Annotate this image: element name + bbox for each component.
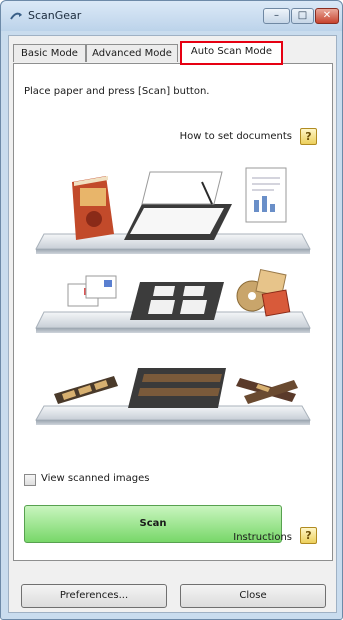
- magazine-icon: [72, 176, 114, 240]
- checkbox-icon[interactable]: [24, 474, 36, 486]
- supported-documents-illustration: [35, 167, 311, 425]
- document-shelf-1: [35, 167, 311, 254]
- window-title: ScanGear: [28, 9, 82, 22]
- tab-auto-scan-mode[interactable]: Auto Scan Mode: [180, 41, 283, 65]
- scangear-window: ScanGear – □ ✕ Basic Mode Advanced Mode …: [0, 0, 343, 620]
- close-window-button[interactable]: ✕: [315, 8, 339, 24]
- flatbed-scanner-icon: [124, 171, 232, 240]
- instructions-label: Instructions: [233, 532, 292, 543]
- close-icon: ✕: [322, 10, 332, 21]
- document-shelf-3: [35, 368, 311, 425]
- auto-scan-panel: Place paper and press [Scan] button. How…: [13, 63, 333, 561]
- disc-and-photos-icon: [236, 268, 291, 317]
- scangear-app-icon: [10, 12, 22, 20]
- view-scanned-images-label[interactable]: View scanned images: [41, 473, 149, 484]
- document-page-icon: [245, 167, 287, 223]
- document-shelf-2: [35, 268, 311, 333]
- tab-advanced-mode[interactable]: Advanced Mode: [86, 44, 178, 62]
- minimize-button[interactable]: –: [263, 8, 290, 24]
- maximize-icon: □: [297, 10, 308, 21]
- tab-basic-mode[interactable]: Basic Mode: [13, 44, 86, 62]
- film-holder-icon: [128, 368, 226, 408]
- photos-on-glass-icon: [130, 282, 224, 320]
- maximize-button[interactable]: □: [291, 8, 314, 24]
- dialog-body: Basic Mode Advanced Mode Auto Scan Mode …: [8, 35, 337, 613]
- postcards-icon: [67, 275, 117, 307]
- instructions-help-icon[interactable]: ?: [300, 527, 317, 544]
- title-bar[interactable]: ScanGear – □ ✕: [1, 1, 342, 31]
- preferences-button[interactable]: Preferences...: [21, 584, 167, 608]
- slide-strips-icon: [236, 378, 298, 404]
- close-button[interactable]: Close: [180, 584, 326, 608]
- film-strip-icon: [54, 376, 118, 404]
- minimize-icon: –: [274, 10, 279, 21]
